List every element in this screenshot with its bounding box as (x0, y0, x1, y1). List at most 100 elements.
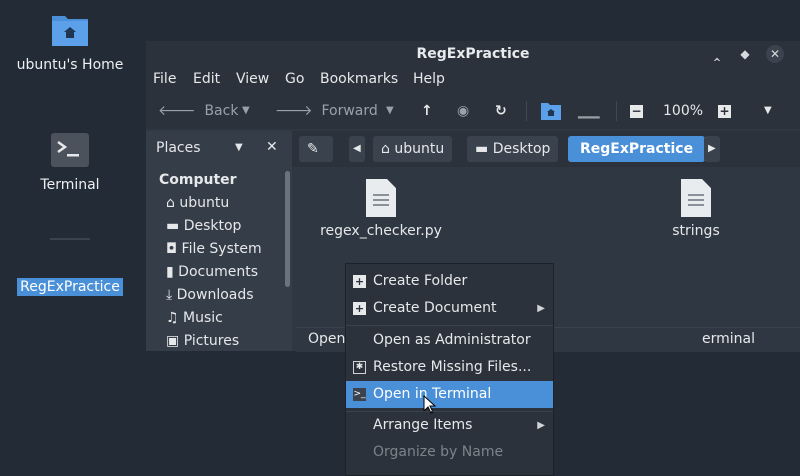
desktop-icon-home[interactable]: ubuntu's Home (10, 12, 130, 74)
menu-item-arrange-items[interactable]: Arrange Items ▶ (346, 412, 553, 439)
sidebar-scrollbar[interactable] (285, 171, 290, 287)
menu-bookmarks[interactable]: Bookmarks (320, 71, 398, 87)
sidebar-item-music[interactable]: ♫ Music (166, 310, 223, 326)
back-history-icon[interactable]: ▼ (242, 93, 250, 129)
desktop-icon-terminal[interactable]: Terminal (10, 132, 130, 194)
desktop-icon-label: ubuntu's Home (16, 57, 124, 73)
crumb-ubuntu[interactable]: ⌂ ubuntu (373, 136, 453, 162)
status-text-left: Open (308, 331, 346, 347)
zoom-in-icon[interactable]: + (718, 93, 731, 129)
toolbar: 🡐 Back ▼ 🡒 Forward ▼ ↑ ◉ ↻ ▁▁ − 100% + ▼ (146, 93, 800, 129)
restore-icon: ✱ (353, 361, 366, 374)
path-bar: Places ▼ ✕ ✎ ◀ ⌂ ubuntu ▬ Desktop RegExP… (146, 131, 800, 167)
sidebar-dropdown-icon[interactable]: ▼ (235, 142, 243, 153)
picture-icon: ▣ (166, 333, 180, 349)
path-scroll-right[interactable]: ▶ (704, 136, 720, 162)
text-file-icon (681, 179, 711, 217)
menu-item-restore-missing[interactable]: ✱ Restore Missing Files... (346, 354, 553, 381)
arrow-right-icon: 🡒 (275, 103, 313, 119)
menu-go[interactable]: Go (285, 71, 304, 87)
menu-item-create-folder[interactable]: + Create Folder (346, 268, 553, 295)
menu-item-label: Create Folder (373, 273, 468, 289)
forward-button[interactable]: 🡒 Forward (275, 93, 378, 129)
sidebar-item-ubuntu[interactable]: ⌂ ubuntu (166, 195, 229, 211)
sidebar-item-desktop[interactable]: ▬ Desktop (166, 218, 241, 234)
crumb-label: ubuntu (394, 141, 445, 157)
minimize-icon[interactable]: ‸ (708, 45, 726, 63)
terminal-icon (51, 133, 89, 167)
arrow-left-icon: 🡐 (158, 103, 196, 119)
zoom-level: 100% (663, 103, 704, 119)
close-icon[interactable]: ✕ (766, 45, 784, 63)
location-toggle-icon[interactable]: ▁▁ (578, 93, 600, 129)
sidebar-item-label: Documents (178, 264, 258, 280)
sidebar-item-label: Music (183, 310, 223, 326)
window-titlebar[interactable]: RegExPractice ‸ ◆ ✕ (146, 41, 800, 67)
sidebar-item-documents[interactable]: ▮ Documents (166, 264, 258, 280)
menu-file[interactable]: File (153, 71, 176, 87)
edit-location-button[interactable]: ✎ (299, 136, 333, 162)
toolbar-separator (526, 101, 527, 121)
back-button[interactable]: 🡐 Back (158, 93, 238, 129)
zoom-out-icon[interactable]: − (630, 93, 643, 129)
menu-item-label: Arrange Items (373, 417, 473, 433)
path-scroll-left[interactable]: ◀ (349, 136, 365, 162)
sidebar-item-label: File System (181, 241, 262, 257)
submenu-arrow-icon: ▶ (537, 303, 545, 314)
sidebar-item-filesystem[interactable]: ◘ File System (166, 241, 262, 257)
toolbar-separator (616, 101, 617, 121)
menu-view[interactable]: View (236, 71, 269, 87)
sidebar-item-label: Downloads (176, 287, 254, 303)
music-icon: ♫ (166, 310, 179, 326)
menu-item-label: Restore Missing Files... (373, 359, 532, 375)
sidebar-item-pictures[interactable]: ▣ Pictures (166, 333, 239, 349)
status-text-right: erminal (702, 331, 755, 347)
crumb-regexpractice[interactable]: RegExPractice (568, 136, 706, 162)
view-options-icon[interactable]: ▼ (764, 93, 772, 129)
menu-edit[interactable]: Edit (193, 71, 220, 87)
maximize-icon[interactable]: ◆ (736, 45, 754, 63)
home-icon: ⌂ (381, 141, 390, 157)
sidebar-item-label: Desktop (183, 218, 242, 234)
crumb-label: RegExPractice (580, 141, 694, 157)
sidebar-header: Places ▼ ✕ (146, 131, 292, 167)
desktop-icon-regexpractice[interactable]: RegExPractice (10, 238, 130, 296)
desktop-icon: ▬ (166, 218, 180, 234)
desktop-icon: ▬ (475, 141, 489, 157)
file-name: regex_checker.py (320, 223, 442, 239)
sidebar-section-computer: Computer (159, 172, 237, 188)
sidebar-title[interactable]: Places (156, 140, 201, 156)
terminal-icon: >_ (353, 388, 366, 401)
stop-icon[interactable]: ◉ (457, 93, 469, 129)
crumb-desktop[interactable]: ▬ Desktop (467, 136, 559, 162)
reload-icon[interactable]: ↻ (495, 93, 507, 129)
home-folder-icon[interactable] (540, 101, 562, 121)
context-menu: + Create Folder + Create Document ▶ Open… (345, 263, 554, 476)
sidebar-item-downloads[interactable]: ⤓ Downloads (166, 287, 254, 303)
pencil-icon: ✎ (307, 141, 319, 157)
forward-history-icon[interactable]: ▼ (386, 93, 394, 129)
text-file-icon (366, 179, 396, 217)
menu-item-open-as-admin[interactable]: Open as Administrator (346, 327, 553, 354)
home-icon: ⌂ (166, 195, 175, 211)
crumb-label: Desktop (492, 141, 551, 157)
menu-item-label: Create Document (373, 300, 497, 316)
file-item[interactable]: regex_checker.py (320, 179, 442, 239)
back-label: Back (204, 103, 239, 119)
sidebar-close-icon[interactable]: ✕ (266, 139, 278, 155)
menu-item-open-in-terminal[interactable]: >_ Open in Terminal (346, 381, 553, 408)
drive-icon: ◘ (166, 241, 178, 257)
add-folder-icon: + (353, 275, 366, 288)
file-name: strings (672, 223, 720, 239)
folder-home-icon (52, 16, 88, 46)
places-sidebar: Computer ⌂ ubuntu ▬ Desktop ◘ File Syste… (146, 167, 292, 351)
file-item[interactable]: strings (646, 179, 746, 239)
sidebar-item-label: Pictures (183, 333, 240, 349)
menu-item-label: Organize by Name (373, 444, 504, 460)
folder-icon (50, 238, 90, 270)
up-icon[interactable]: ↑ (421, 93, 433, 129)
menu-item-organize-by-name: Organize by Name (346, 439, 553, 466)
menu-help[interactable]: Help (413, 71, 445, 87)
document-icon: ▮ (166, 264, 174, 280)
menu-item-create-document[interactable]: + Create Document ▶ (346, 295, 553, 322)
